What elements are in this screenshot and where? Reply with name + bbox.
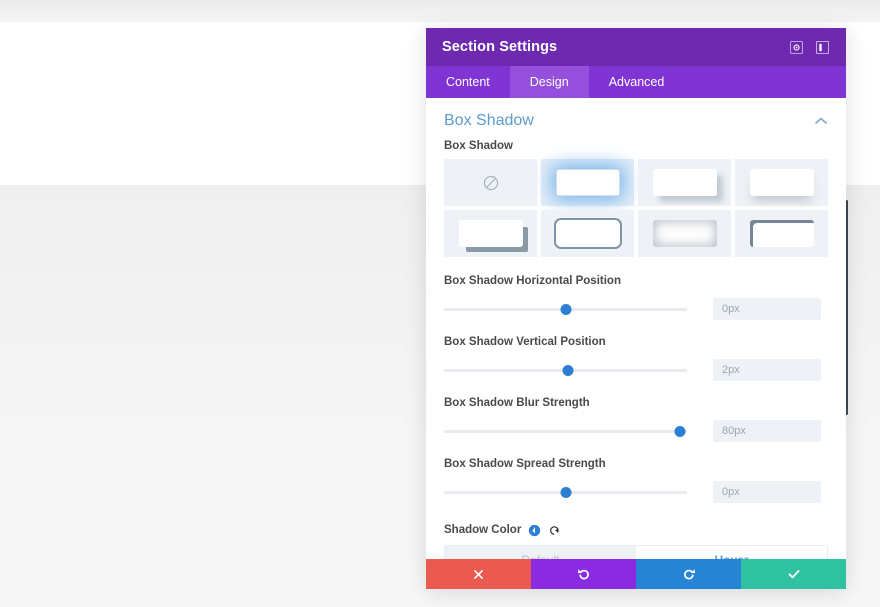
preset-preview bbox=[555, 169, 620, 196]
preset-offset-hard[interactable] bbox=[444, 210, 537, 257]
state-hover-tab[interactable]: Hover bbox=[636, 546, 827, 559]
box-shadow-field-label: Box Shadow bbox=[444, 140, 514, 152]
box-shadow-preset-grid bbox=[426, 159, 846, 257]
slider-thumb[interactable] bbox=[560, 303, 571, 315]
close-x-icon bbox=[474, 569, 483, 579]
vertical-position-slider[interactable] bbox=[444, 363, 687, 377]
shadow-color-state-toggle: Default Hover bbox=[444, 545, 828, 559]
save-button[interactable] bbox=[741, 559, 846, 589]
spread-strength-value[interactable]: 0px bbox=[713, 481, 821, 503]
slider-blur-strength: Box Shadow Blur Strength 80px bbox=[426, 397, 846, 442]
info-circle-icon[interactable] bbox=[527, 523, 541, 537]
slider-label: Box Shadow Spread Strength bbox=[444, 458, 606, 470]
slider-label: Box Shadow Horizontal Position bbox=[444, 275, 621, 287]
preset-preview bbox=[652, 220, 717, 247]
preset-outline[interactable] bbox=[541, 210, 634, 257]
preset-preview bbox=[749, 220, 814, 247]
slider-thumb[interactable] bbox=[562, 364, 574, 376]
slider-track bbox=[444, 429, 687, 433]
spread-strength-slider[interactable] bbox=[444, 485, 687, 499]
preset-bottom-soft[interactable] bbox=[735, 159, 828, 206]
redo-icon bbox=[683, 569, 695, 580]
tab-content[interactable]: Content bbox=[426, 66, 510, 98]
preset-inset-hard[interactable] bbox=[735, 210, 828, 257]
slider-thumb[interactable] bbox=[560, 486, 571, 498]
preset-none[interactable] bbox=[444, 159, 537, 206]
state-default-tab[interactable]: Default bbox=[445, 546, 636, 559]
preset-preview bbox=[652, 169, 717, 196]
slider-horizontal-position: Box Shadow Horizontal Position 0px bbox=[426, 275, 846, 320]
tab-design[interactable]: Design bbox=[509, 66, 589, 98]
no-shadow-icon bbox=[483, 175, 498, 190]
section-title: Box Shadow bbox=[444, 112, 534, 129]
shadow-color-label: Shadow Color bbox=[444, 524, 522, 536]
undo-button[interactable] bbox=[531, 559, 636, 589]
layout-panel-icon[interactable] bbox=[812, 37, 832, 57]
shadow-color-header: Shadow Color bbox=[426, 519, 846, 545]
slider-thumb[interactable] bbox=[674, 425, 686, 437]
chevron-up-icon[interactable] bbox=[814, 114, 828, 128]
cancel-button[interactable] bbox=[426, 559, 531, 589]
modal-action-bar bbox=[426, 559, 846, 589]
preset-preview bbox=[749, 169, 814, 196]
blur-strength-value[interactable]: 80px bbox=[713, 420, 821, 442]
horizontal-position-slider[interactable] bbox=[444, 302, 687, 316]
preset-preview bbox=[458, 220, 523, 247]
slider-vertical-position: Box Shadow Vertical Position 2px bbox=[426, 336, 846, 381]
slider-label: Box Shadow Blur Strength bbox=[444, 397, 590, 409]
slider-label: Box Shadow Vertical Position bbox=[444, 336, 606, 348]
vertical-position-value[interactable]: 2px bbox=[713, 359, 821, 381]
modal-title: Section Settings bbox=[442, 39, 558, 55]
checkmark-icon bbox=[788, 570, 799, 579]
preset-offset-soft[interactable] bbox=[638, 159, 731, 206]
undo-icon bbox=[577, 569, 589, 580]
preset-glow[interactable] bbox=[541, 159, 634, 206]
section-settings-modal: Section Settings Content Design Advanced… bbox=[426, 28, 846, 589]
modal-body: Box Shadow Box Shadow Box Shadow Horizon… bbox=[426, 98, 846, 559]
slider-spread-strength: Box Shadow Spread Strength 0px bbox=[426, 458, 846, 503]
horizontal-position-value[interactable]: 0px bbox=[713, 298, 821, 320]
target-icon[interactable] bbox=[786, 37, 806, 57]
modal-tabs: Content Design Advanced bbox=[426, 66, 846, 98]
preset-inset-soft[interactable] bbox=[638, 210, 731, 257]
page-top-strip bbox=[0, 0, 880, 22]
modal-header: Section Settings bbox=[426, 28, 846, 66]
preset-preview bbox=[555, 220, 620, 247]
tab-advanced[interactable]: Advanced bbox=[589, 66, 685, 98]
box-shadow-section-header[interactable]: Box Shadow bbox=[426, 98, 846, 140]
redo-button[interactable] bbox=[636, 559, 741, 589]
reset-undo-icon[interactable] bbox=[547, 523, 561, 537]
blur-strength-slider[interactable] bbox=[444, 424, 687, 438]
